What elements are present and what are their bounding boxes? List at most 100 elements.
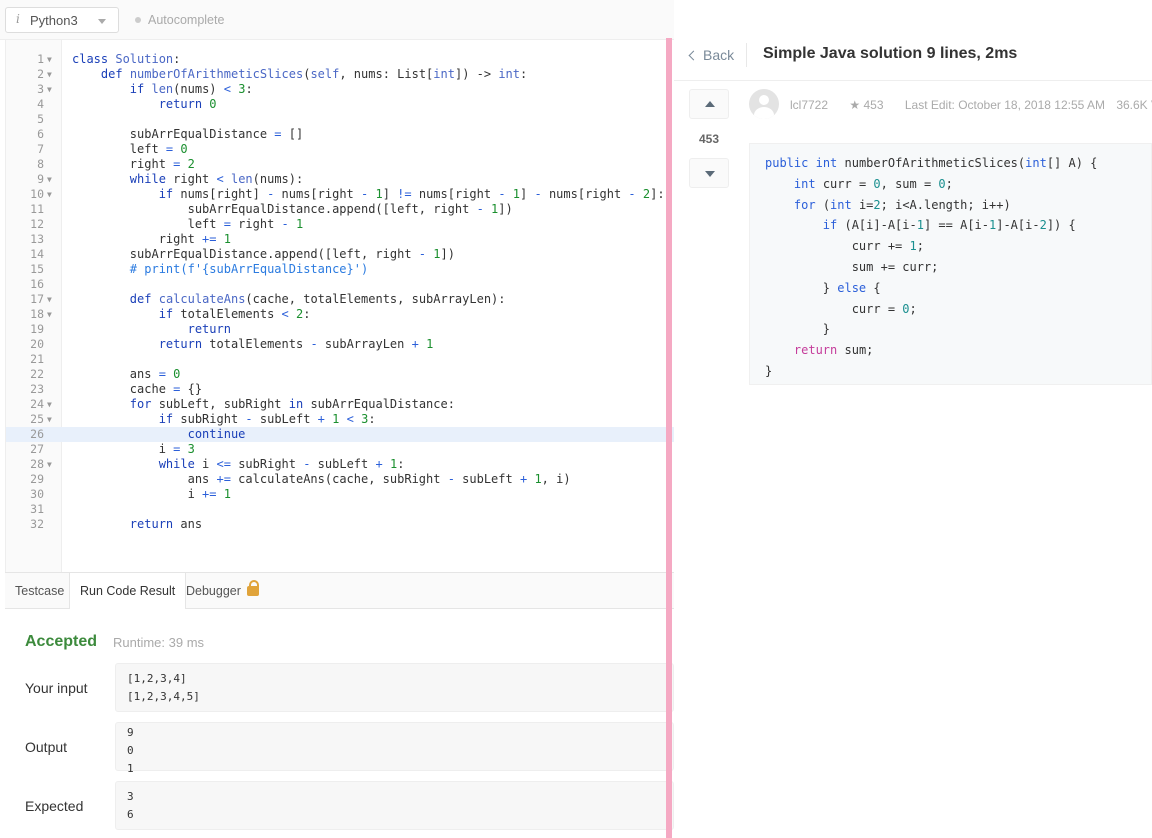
- title-divider: [746, 43, 747, 67]
- code-text: class Solution:: [72, 52, 181, 66]
- code-text: continue: [187, 427, 246, 441]
- code-text: for subLeft, subRight in subArrEqualDist…: [129, 397, 455, 411]
- code-text: cache = {}: [72, 382, 203, 396]
- line-number: 15: [30, 262, 44, 276]
- line-number: 14: [30, 247, 44, 261]
- line-number: 3: [37, 82, 44, 96]
- code-line[interactable]: 15 # print(f'{subArrEqualDistance}'): [6, 262, 675, 277]
- code-text: subArrEqualDistance.append([left, right …: [72, 247, 455, 261]
- fold-arrow-icon[interactable]: ▼: [47, 82, 52, 97]
- solution-code-line: return sum;: [793, 343, 874, 358]
- author-link[interactable]: lcl7722: [790, 98, 828, 112]
- code-text: left = right - 1: [72, 217, 304, 231]
- code-text: if len(nums) < 3:: [129, 82, 253, 96]
- line-number: 6: [37, 127, 44, 141]
- fold-arrow-icon[interactable]: ▼: [47, 397, 52, 412]
- output-label: Output: [25, 739, 68, 755]
- fold-arrow-icon[interactable]: ▼: [47, 187, 52, 202]
- last-edit: Last Edit: October 18, 2018 12:55 AM: [904, 98, 1105, 112]
- upvote-button[interactable]: [689, 89, 729, 119]
- tab-testcase[interactable]: Testcase: [5, 573, 74, 609]
- star-count: ★ 453: [849, 98, 884, 112]
- code-line[interactable]: 1 ▼ class Solution:: [6, 52, 675, 67]
- autocomplete-toggle[interactable]: Autocomplete: [135, 13, 224, 27]
- code-line[interactable]: 24 ▼ for subLeft, subRight in subArrEqual…: [6, 397, 675, 412]
- code-line[interactable]: 22 ans = 0: [6, 367, 675, 382]
- fold-arrow-icon[interactable]: ▼: [47, 457, 52, 472]
- fold-arrow-icon[interactable]: ▼: [47, 52, 52, 67]
- code-line[interactable]: 23 cache = {}: [6, 382, 675, 397]
- code-line[interactable]: 2 ▼ def numberOfArithmeticSlices(self, nu…: [6, 67, 675, 82]
- header-divider: [674, 80, 1152, 81]
- line-number: 26: [30, 427, 44, 441]
- tab-debugger[interactable]: Debugger: [176, 573, 269, 609]
- line-number: 32: [30, 517, 44, 531]
- solution-code-line: curr += 1;: [765, 239, 924, 254]
- code-line[interactable]: 19 return: [6, 322, 675, 337]
- code-line[interactable]: 21: [6, 352, 675, 367]
- tab-run-code-result[interactable]: Run Code Result: [69, 573, 187, 610]
- line-number: 27: [30, 442, 44, 456]
- post-title: Simple Java solution 9 lines, 2ms: [763, 45, 1018, 62]
- code-line[interactable]: 26 continue: [6, 427, 675, 442]
- code-line[interactable]: 13 right += 1: [6, 232, 675, 247]
- code-line[interactable]: 25 ▼ if subRight - subLeft + 1 < 3:: [6, 412, 675, 427]
- code-line[interactable]: 8 right = 2: [6, 157, 675, 172]
- code-line[interactable]: 4 return 0: [6, 97, 675, 112]
- fold-arrow-icon[interactable]: ▼: [47, 307, 52, 322]
- fold-arrow-icon[interactable]: ▼: [47, 67, 52, 82]
- code-line[interactable]: 20 return totalElements - subArrayLen + …: [6, 337, 675, 352]
- line-number: 2: [37, 67, 44, 81]
- fold-arrow-icon[interactable]: ▼: [47, 172, 52, 187]
- line-number: 1: [37, 52, 44, 66]
- back-button[interactable]: Back: [688, 47, 735, 63]
- your-input-value: [1,2,3,4] [1,2,3,4,5]: [115, 663, 674, 712]
- solution-code-line: }: [765, 322, 831, 337]
- code-line[interactable]: 32 return ans: [6, 517, 675, 532]
- code-line[interactable]: 31: [6, 502, 675, 517]
- solution-code-line: }: [765, 364, 773, 378]
- code-line[interactable]: 30 i += 1: [6, 487, 675, 502]
- language-select[interactable]: i Python3: [5, 7, 119, 33]
- status-accepted: Accepted: [25, 633, 98, 650]
- avatar[interactable]: [749, 89, 779, 119]
- fold-arrow-icon[interactable]: ▼: [47, 292, 52, 307]
- downvote-button[interactable]: [689, 158, 729, 188]
- code-line[interactable]: 18 ▼ if totalElements < 2:: [6, 307, 675, 322]
- line-number: 13: [30, 232, 44, 246]
- code-text: return: [187, 322, 231, 336]
- arrow-down-icon: [705, 171, 715, 177]
- solution-code-block: public int numberOfArithmeticSlices(int[…: [749, 143, 1152, 385]
- code-line[interactable]: 12 left = right - 1: [6, 217, 675, 232]
- code-line[interactable]: 27 i = 3: [6, 442, 675, 457]
- code-line[interactable]: 16: [6, 277, 675, 292]
- info-icon: i: [16, 12, 20, 26]
- code-line[interactable]: 9 ▼ while right < len(nums):: [6, 172, 675, 187]
- solution-code-line: for (int i=2; i<A.length; i++): [793, 197, 1011, 212]
- line-number: 20: [30, 337, 44, 351]
- pane-resize-handle[interactable]: [666, 38, 672, 838]
- code-line[interactable]: 7 left = 0: [6, 142, 675, 157]
- code-line[interactable]: 28 ▼ while i <= subRight - subLeft + 1:: [6, 457, 675, 472]
- post-meta: lcl7722 ★ 453 Last Edit: October 18, 201…: [790, 98, 1152, 112]
- code-text: # print(f'{subArrEqualDistance}'): [129, 262, 369, 276]
- result-tabs: Testcase Run Code Result Debugger: [5, 572, 674, 610]
- code-line[interactable]: 3 ▼ if len(nums) < 3:: [6, 82, 675, 97]
- code-line[interactable]: 29 ans += calculateAns(cache, subRight -…: [6, 472, 675, 487]
- back-label: Back: [703, 47, 735, 63]
- code-text: right += 1: [72, 232, 231, 246]
- code-editor[interactable]: 1 ▼ class Solution: 2 ▼ def numberOfArithmet…: [5, 40, 675, 572]
- code-line[interactable]: 14 subArrEqualDistance.append([left, rig…: [6, 247, 675, 262]
- output-value: 9 0 1: [115, 722, 674, 775]
- code-line[interactable]: 10 ▼ if nums[right] - nums[right - 1] != …: [6, 187, 675, 202]
- line-number: 22: [30, 367, 44, 381]
- line-number: 28: [30, 457, 44, 471]
- code-line[interactable]: 11 subArrEqualDistance.append([left, rig…: [6, 202, 675, 217]
- code-text: ans = 0: [72, 367, 181, 381]
- fold-arrow-icon[interactable]: ▼: [47, 412, 52, 427]
- solution-code-line: int curr = 0, sum = 0;: [793, 176, 953, 191]
- code-line[interactable]: 17 ▼ def calculateAns(cache, totalElement…: [6, 292, 675, 307]
- line-number: 4: [37, 97, 44, 111]
- code-line[interactable]: 6 subArrEqualDistance = []: [6, 127, 675, 142]
- code-line[interactable]: 5: [6, 112, 675, 127]
